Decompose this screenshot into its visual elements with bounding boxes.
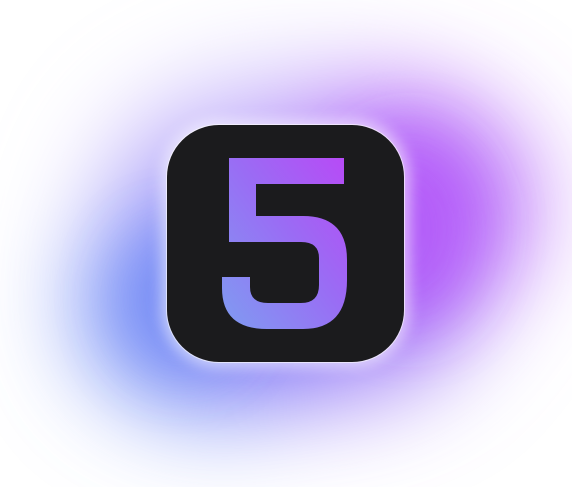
- canvas: [0, 0, 572, 487]
- app-icon[interactable]: [167, 125, 404, 362]
- five-numeral-icon: [222, 158, 347, 329]
